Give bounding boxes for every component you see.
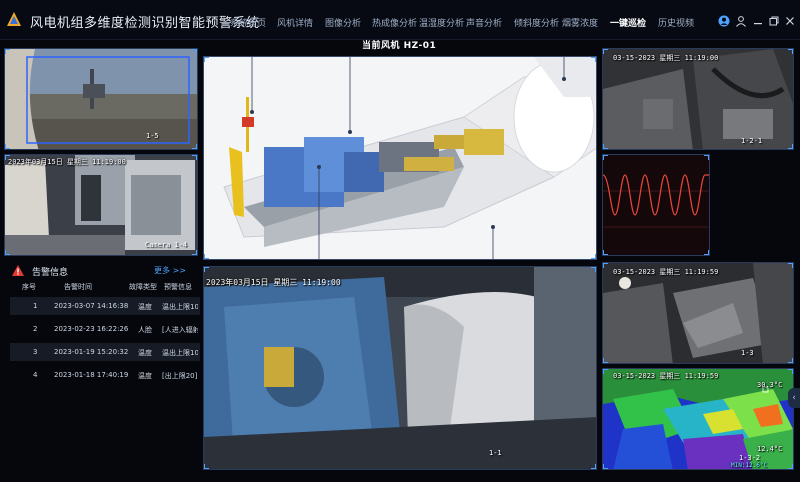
thermal-camera-feed[interactable]: 03-15-2023 星期三 11:19:59 30.3°C 12.4°C 1-… xyxy=(602,368,794,470)
camera-1-5-feed[interactable]: 1-5 xyxy=(4,48,198,150)
turbine-3d-model[interactable] xyxy=(203,56,597,260)
camera-label: 1-3-2 xyxy=(739,454,761,462)
alert-more-link[interactable]: 更多 >> xyxy=(154,265,186,276)
thermal-max-temp: 30.3°C xyxy=(757,381,783,389)
camera-timestamp: 03-15-2023 星期三 11:19:59 xyxy=(613,268,719,276)
camera-timestamp: 03-15-2023 星期三 11:19:00 xyxy=(613,54,719,62)
nav-item-tilt[interactable]: 倾斜度分析 xyxy=(514,16,559,29)
app-logo-icon xyxy=(7,12,21,26)
alert-panel: 告警信息 更多 >> 序号 告警时间 故障类型 预警信息 1 2023-03-0… xyxy=(4,262,200,478)
nav-item-sound[interactable]: 声音分析 xyxy=(466,16,502,29)
nav-item-image[interactable]: 图像分析 xyxy=(325,16,361,29)
alert-row[interactable]: 2 2023-02-23 16:22:26 人脸 [人进入辐射 xyxy=(10,320,200,338)
warning-icon xyxy=(12,265,24,276)
nav-item-history[interactable]: 历史视频 xyxy=(658,16,694,29)
camera-timestamp: 2023年03月15日 星期三 11:19:00 xyxy=(8,158,126,166)
camera-label: 1-1 xyxy=(489,449,502,457)
nav-item-inspect[interactable]: 一键巡检 xyxy=(610,16,646,29)
user-circle-icon[interactable] xyxy=(718,12,730,27)
camera-label: 1-3 xyxy=(741,349,754,357)
main-camera-image xyxy=(204,267,596,469)
user-icon[interactable] xyxy=(735,12,747,27)
col-no: 序号 xyxy=(22,283,36,291)
camera-1-3-image xyxy=(603,263,793,363)
camera-label: 1-2-1 xyxy=(741,137,763,145)
camera-timestamp: 03-15-2023 星期三 11:19:59 xyxy=(613,372,719,380)
side-panel-toggle[interactable]: ‹ xyxy=(788,388,800,408)
alert-panel-title: 告警信息 xyxy=(32,268,69,278)
main-feed-timestamp: 2023年03月15日 星期三 11:19:00 xyxy=(206,278,341,287)
nav-item-thermal[interactable]: 热成像分析 xyxy=(372,16,417,29)
turbine-nacelle-illustration xyxy=(204,57,596,259)
close-icon[interactable] xyxy=(784,12,796,25)
current-turbine-title: 当前风机 HZ-01 xyxy=(362,41,437,51)
alert-row[interactable]: 4 2023-01-18 17:40:19 温度 [出上限20] xyxy=(10,366,200,384)
nav-item-smoke[interactable]: 烟雾浓度 xyxy=(562,16,598,29)
camera-label: Camera 1-4 xyxy=(145,241,188,249)
col-info: 预警信息 xyxy=(164,283,192,291)
nav-item-home[interactable]: 系统首页 xyxy=(230,16,266,29)
main-camera-feed[interactable]: 2023年03月15日 星期三 11:19:00 1-1 xyxy=(203,266,597,470)
thermal-min-readout: MIN:12.6°C xyxy=(731,462,768,469)
window-controls xyxy=(718,12,796,27)
alert-row[interactable]: 1 2023-03-07 14:16:38 温度 温出上限10 xyxy=(10,297,200,315)
camera-1-3-feed[interactable]: 03-15-2023 星期三 11:19:59 1-3 xyxy=(602,262,794,364)
alert-row[interactable]: 3 2023-01-19 15:20:32 温度 温出上限10 xyxy=(10,343,200,361)
camera-1-5-image xyxy=(5,49,197,149)
col-type: 故障类型 xyxy=(129,283,157,291)
nav-item-turbine[interactable]: 风机详情 xyxy=(277,16,313,29)
camera-1-2-1-feed[interactable]: 03-15-2023 星期三 11:19:00 1-2-1 xyxy=(602,48,794,150)
minimize-icon[interactable] xyxy=(752,12,764,25)
thermal-min-temp: 12.4°C xyxy=(757,445,783,453)
signal-waveform xyxy=(602,154,710,256)
waveform-plot xyxy=(603,155,709,255)
camera-label: 1-5 xyxy=(146,132,159,140)
app-header: 风电机组多维度检测识别智能预警系统 系统首页 风机详情 图像分析 热成像分析 温… xyxy=(0,0,800,40)
alert-table-header: 序号 告警时间 故障类型 预警信息 xyxy=(4,282,198,296)
restore-icon[interactable] xyxy=(768,12,780,26)
col-time: 告警时间 xyxy=(64,283,92,291)
camera-1-2-1-image xyxy=(603,49,793,149)
nav-item-humidity[interactable]: 温湿度分析 xyxy=(419,16,464,29)
app-title: 风电机组多维度检测识别智能预警系统 xyxy=(30,16,260,31)
camera-1-4-feed[interactable]: 2023年03月15日 星期三 11:19:00 Camera 1-4 xyxy=(4,154,198,256)
